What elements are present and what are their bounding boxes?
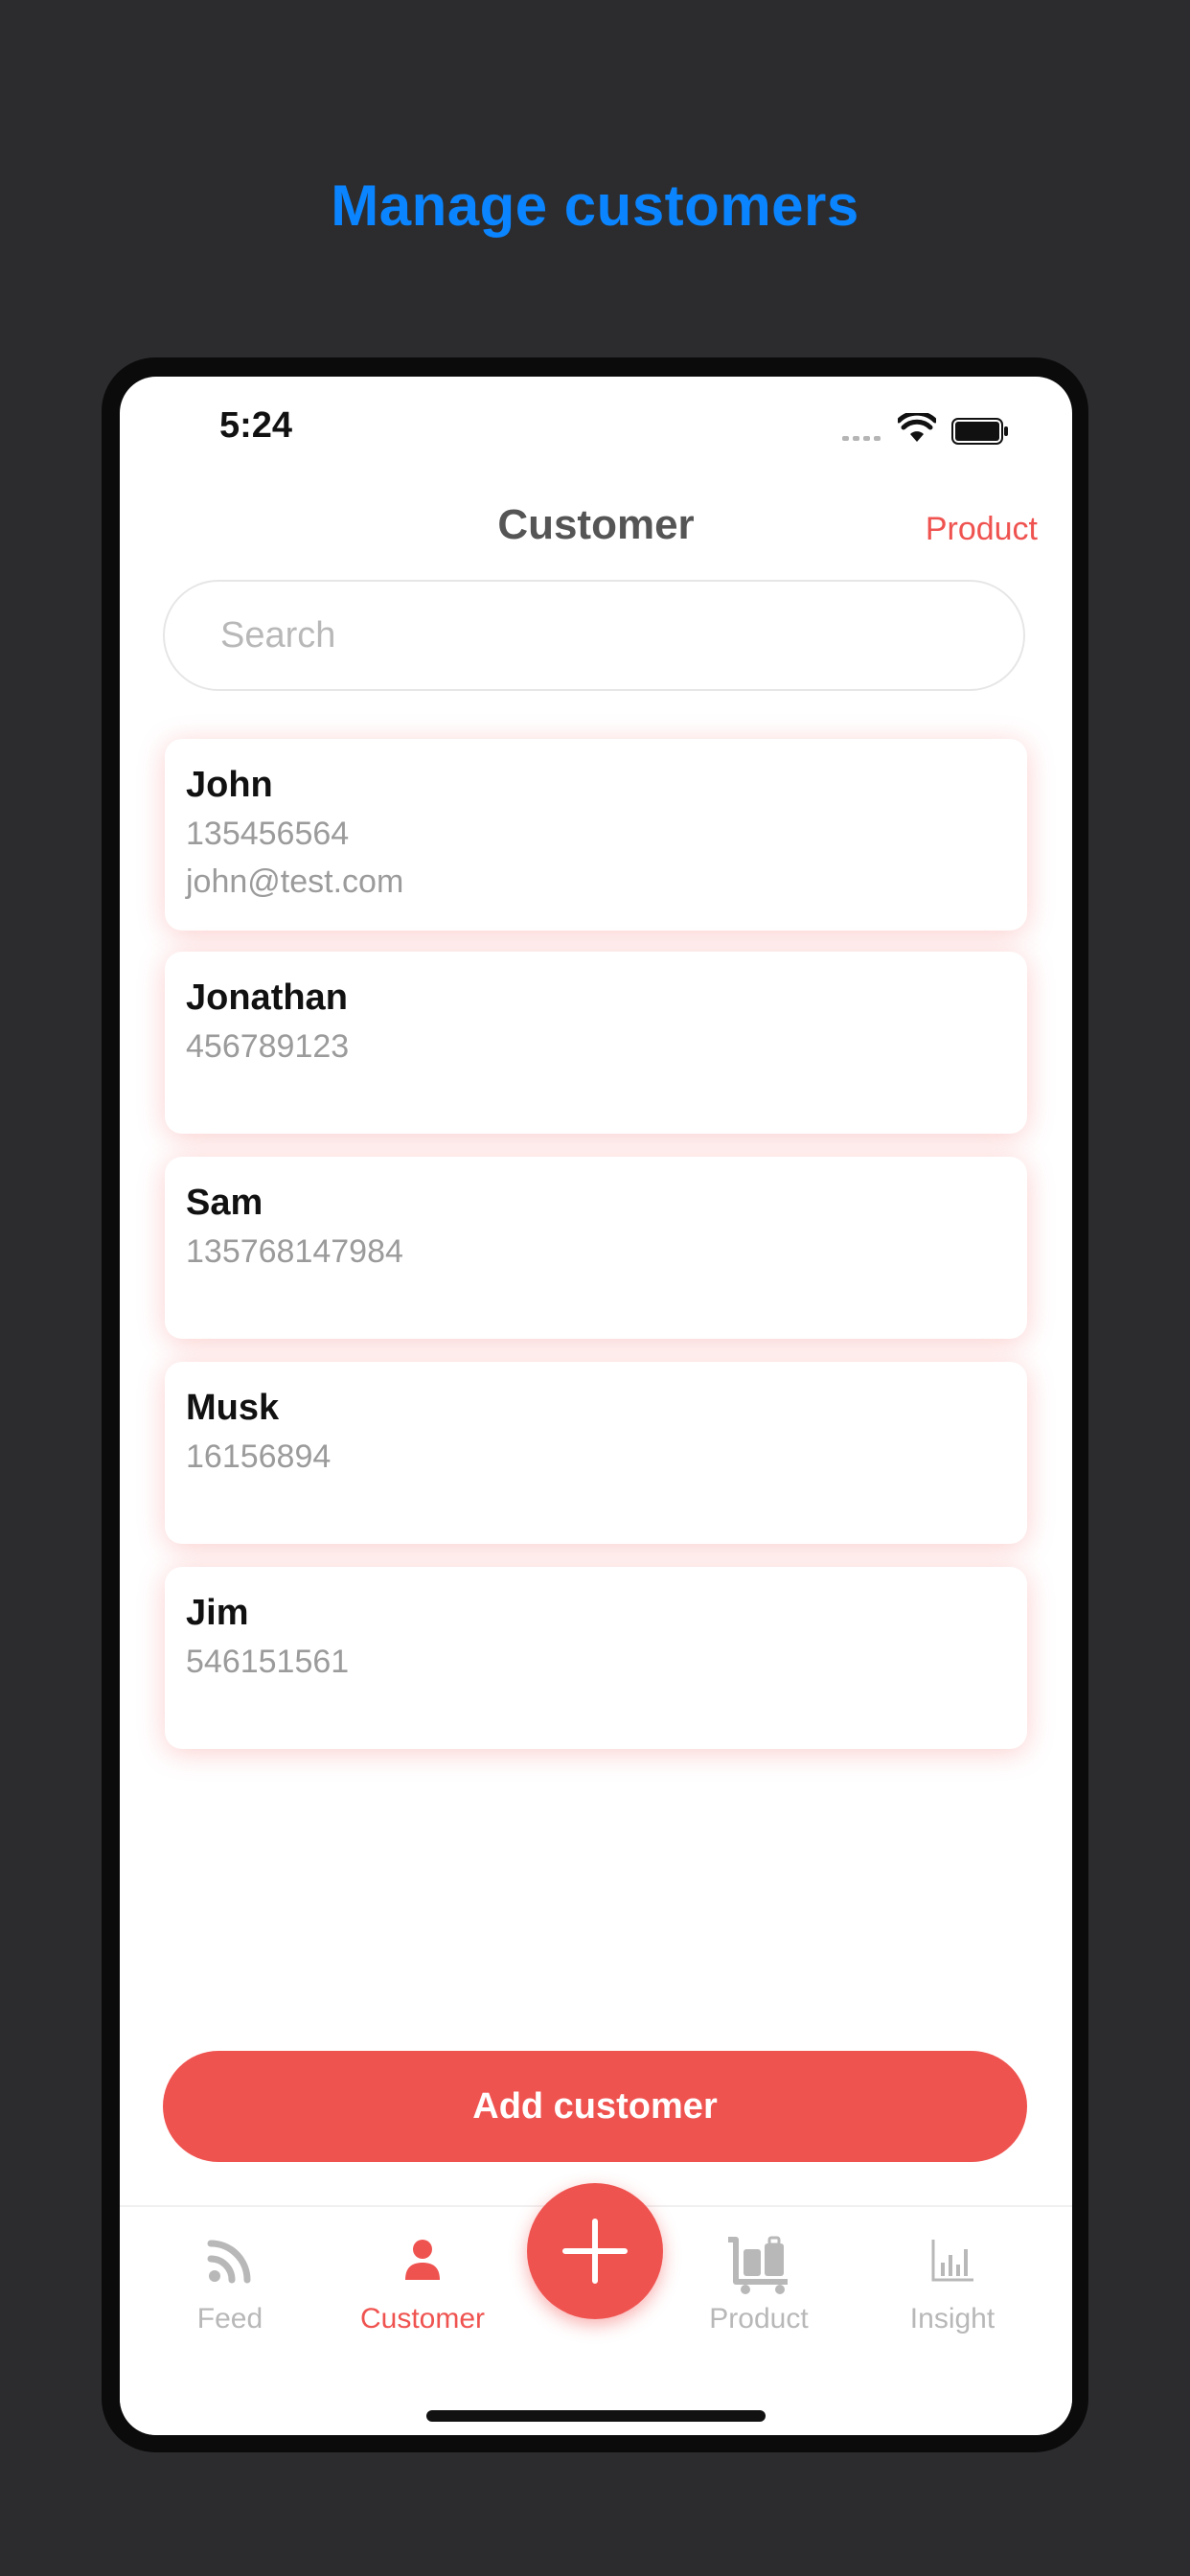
rss-icon xyxy=(207,2240,251,2284)
tab-insight[interactable]: Insight xyxy=(857,2236,1048,2335)
plus-icon xyxy=(562,2219,628,2284)
phone-screen: 5:24 Customer Product John 135456564 joh… xyxy=(120,377,1072,2435)
tab-label: Insight xyxy=(909,2303,995,2334)
home-indicator xyxy=(426,2410,766,2422)
customer-phone: 135768147984 xyxy=(186,1233,403,1270)
tab-product[interactable]: Product xyxy=(663,2236,855,2335)
bar-chart-icon xyxy=(931,2240,973,2282)
wifi-icon xyxy=(898,413,936,442)
customer-phone: 546151561 xyxy=(186,1644,350,1680)
tab-label: Feed xyxy=(196,2303,263,2334)
customer-card[interactable]: Jim 546151561 xyxy=(165,1567,1027,1749)
search-box[interactable] xyxy=(163,580,1025,691)
tab-label: Customer xyxy=(359,2303,486,2334)
fab-add-button[interactable] xyxy=(527,2183,663,2319)
customer-name: John xyxy=(186,765,273,805)
tab-feed[interactable]: Feed xyxy=(134,2236,326,2335)
customer-phone: 456789123 xyxy=(186,1028,350,1065)
add-customer-button[interactable]: Add customer xyxy=(163,2051,1027,2162)
customer-card[interactable]: Jonathan 456789123 xyxy=(165,952,1027,1134)
customer-card[interactable]: John 135456564 john@test.com xyxy=(165,739,1027,931)
customer-name: Sam xyxy=(186,1183,263,1223)
luggage-cart-icon xyxy=(728,2236,788,2294)
promo-title: Manage customers xyxy=(331,173,859,238)
search-input[interactable] xyxy=(218,613,970,657)
customer-card[interactable]: Sam 135768147984 xyxy=(165,1157,1027,1339)
customer-name: Jonathan xyxy=(186,978,348,1018)
customer-card[interactable]: Musk 16156894 xyxy=(165,1362,1027,1544)
tab-label: Product xyxy=(709,2303,809,2334)
cellular-signal-icon xyxy=(842,436,881,441)
customer-email: john@test.com xyxy=(186,863,404,900)
battery-icon xyxy=(951,418,1008,445)
person-icon xyxy=(405,2240,440,2280)
customer-name: Musk xyxy=(186,1388,280,1428)
tab-customer[interactable]: Customer xyxy=(327,2236,518,2335)
customer-phone: 16156894 xyxy=(186,1438,332,1475)
customer-name: Jim xyxy=(186,1593,249,1633)
status-time: 5:24 xyxy=(219,405,293,446)
product-nav-link[interactable]: Product xyxy=(926,511,1038,548)
customer-phone: 135456564 xyxy=(186,816,350,852)
